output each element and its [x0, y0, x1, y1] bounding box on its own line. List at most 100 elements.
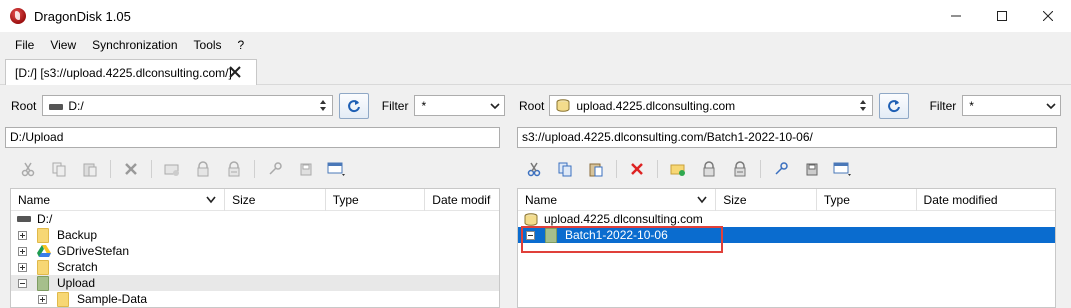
- bucket-icon: [524, 212, 538, 226]
- menu-view[interactable]: View: [42, 36, 84, 54]
- tree-row-gdrivestefan[interactable]: GDriveStefan: [11, 243, 499, 259]
- folder-open-icon: [37, 275, 49, 291]
- expand-icon[interactable]: [18, 262, 27, 272]
- folder-icon: [37, 227, 49, 243]
- paste-button[interactable]: [79, 158, 101, 180]
- right-root-combo[interactable]: upload.4225.dlconsulting.com: [549, 95, 873, 116]
- lock-alt-icon: [734, 161, 746, 177]
- col-header-name[interactable]: Name: [518, 189, 717, 211]
- left-filter-combo[interactable]: *: [414, 95, 505, 116]
- disk-icon: [806, 163, 818, 176]
- key-icon: [775, 162, 788, 175]
- menu-help[interactable]: ?: [230, 36, 253, 54]
- right-filter-combo[interactable]: *: [962, 95, 1061, 116]
- tree-row-label: upload.4225.dlconsulting.com: [544, 212, 703, 226]
- col-header-type[interactable]: Type: [817, 189, 917, 211]
- tab-label: [D:/] [s3://upload.4225.dlconsulting.com…: [15, 66, 232, 80]
- tree-row-bucket[interactable]: upload.4225.dlconsulting.com: [518, 211, 1055, 227]
- lock-alt-icon: [228, 161, 240, 177]
- cut-icon: [21, 162, 35, 177]
- window-title: DragonDisk 1.05: [34, 8, 131, 24]
- tab-bar: [D:/] [s3://upload.4225.dlconsulting.com…: [0, 58, 1071, 86]
- delete-icon: [631, 163, 643, 175]
- expand-icon[interactable]: [18, 246, 27, 256]
- col-header-size[interactable]: Size: [716, 189, 817, 211]
- view-menu-icon: [833, 162, 851, 176]
- left-file-tree[interactable]: Name Size Type Date modif D:/ Backup GDr…: [10, 188, 500, 308]
- properties-button[interactable]: [264, 158, 286, 180]
- close-button[interactable]: [1025, 0, 1071, 32]
- tree-row-drive[interactable]: D:/: [11, 211, 499, 227]
- tab-close-icon[interactable]: [228, 65, 242, 79]
- tree-row-label: D:/: [37, 212, 53, 226]
- maximize-icon: [997, 11, 1007, 21]
- main-content: Root D:/ Filter * D:/Upload Name Size Ty…: [0, 85, 1071, 308]
- disk-button[interactable]: [801, 158, 823, 180]
- tab-connection[interactable]: [D:/] [s3://upload.4225.dlconsulting.com…: [5, 59, 257, 86]
- disk-button[interactable]: [295, 158, 317, 180]
- refresh-icon: [348, 99, 361, 112]
- new-folder-button[interactable]: [667, 158, 689, 180]
- toolbar-separator: [110, 160, 111, 178]
- tree-row-scratch[interactable]: Scratch: [11, 259, 499, 275]
- tree-row-label: Upload: [57, 276, 96, 290]
- folder-icon: [37, 259, 49, 275]
- menu-tools[interactable]: Tools: [186, 36, 230, 54]
- col-header-date[interactable]: Date modif: [425, 189, 499, 211]
- view-menu-button[interactable]: [326, 158, 348, 180]
- right-refresh-button[interactable]: [878, 92, 909, 119]
- col-header-type[interactable]: Type: [326, 189, 426, 211]
- tree-row-label: Sample-Data: [77, 292, 148, 306]
- new-folder-icon: [670, 164, 685, 176]
- refresh-icon: [887, 99, 900, 112]
- tree-row-label: GDriveStefan: [57, 244, 130, 258]
- left-root-row: Root D:/ Filter *: [5, 92, 505, 119]
- left-path-input[interactable]: D:/Upload: [5, 127, 500, 148]
- copy-icon: [558, 162, 572, 177]
- local-pane: Root D:/ Filter * D:/Upload Name Size Ty…: [5, 85, 505, 308]
- toolbar-separator: [760, 160, 761, 178]
- cut-button[interactable]: [523, 158, 545, 180]
- cut-button[interactable]: [17, 158, 39, 180]
- maximize-button[interactable]: [979, 0, 1025, 32]
- col-header-size[interactable]: Size: [225, 189, 326, 211]
- new-folder-icon: [164, 164, 179, 176]
- left-root-combo[interactable]: D:/: [42, 95, 334, 116]
- copy-button[interactable]: [554, 158, 576, 180]
- minimize-button[interactable]: [933, 0, 979, 32]
- tree-row-sample-data[interactable]: Sample-Data: [11, 291, 499, 307]
- delete-button[interactable]: [120, 158, 142, 180]
- right-path-input[interactable]: s3://upload.4225.dlconsulting.com/Batch1…: [517, 127, 1057, 148]
- disk-icon: [300, 163, 312, 176]
- view-menu-icon: [327, 162, 345, 176]
- lock-button[interactable]: [192, 158, 214, 180]
- bucket-icon: [556, 99, 570, 112]
- properties-button[interactable]: [770, 158, 792, 180]
- pane-splitter[interactable]: [509, 85, 512, 308]
- paste-button[interactable]: [585, 158, 607, 180]
- chevron-down-icon: [1046, 103, 1056, 110]
- expand-icon[interactable]: [38, 294, 47, 304]
- left-filter-label: Filter: [381, 98, 409, 113]
- copy-button[interactable]: [48, 158, 70, 180]
- col-header-name[interactable]: Name: [11, 189, 226, 211]
- spin-arrows-icon: [320, 100, 327, 111]
- left-refresh-button[interactable]: [339, 92, 369, 119]
- collapse-icon[interactable]: [18, 278, 27, 288]
- delete-button[interactable]: [626, 158, 648, 180]
- right-tree-header: Name Size Type Date modified: [518, 189, 1055, 211]
- new-folder-button[interactable]: [161, 158, 183, 180]
- tree-row-upload[interactable]: Upload: [11, 275, 499, 291]
- tree-row-backup[interactable]: Backup: [11, 227, 499, 243]
- expand-icon[interactable]: [18, 230, 27, 240]
- highlight-annotation: [521, 226, 723, 253]
- toolbar-separator: [616, 160, 617, 178]
- lock-alt-button[interactable]: [729, 158, 751, 180]
- lock-alt-button[interactable]: [223, 158, 245, 180]
- view-menu-button[interactable]: [832, 158, 854, 180]
- col-header-date[interactable]: Date modified: [917, 189, 1055, 211]
- lock-button[interactable]: [698, 158, 720, 180]
- menu-file[interactable]: File: [0, 36, 42, 54]
- google-drive-icon: [37, 245, 51, 257]
- menu-synchronization[interactable]: Synchronization: [84, 36, 185, 54]
